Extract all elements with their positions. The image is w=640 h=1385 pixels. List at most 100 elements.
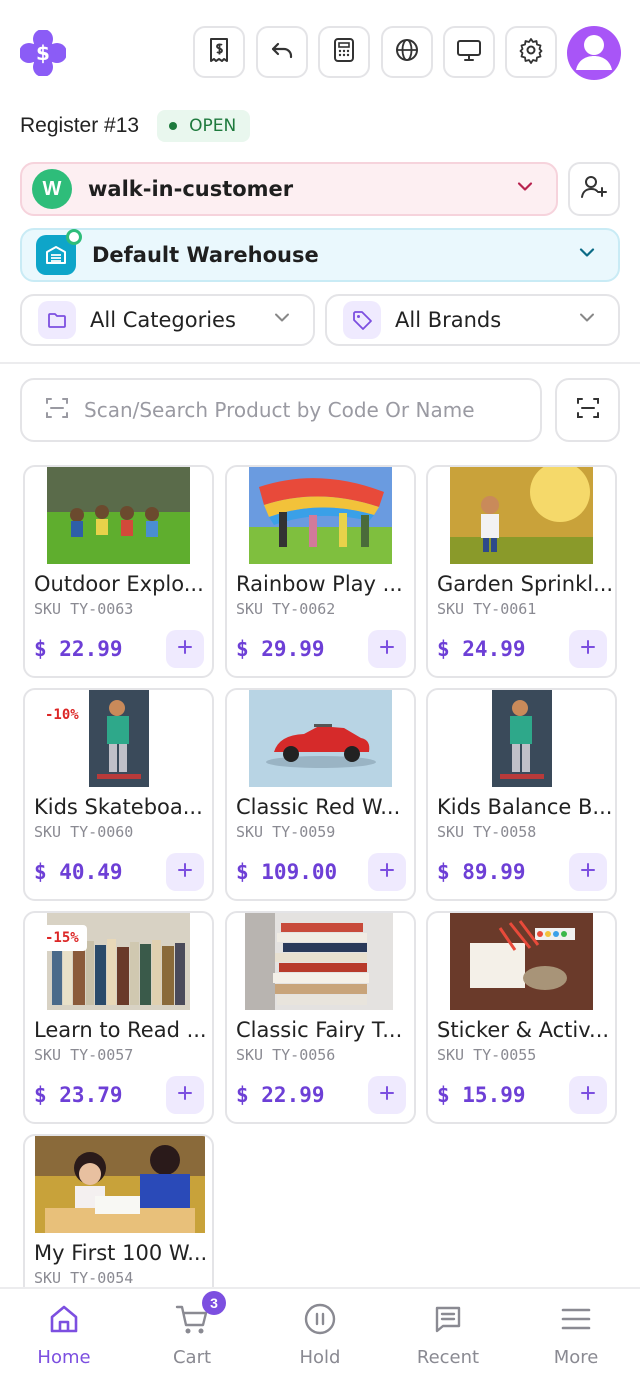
search-placeholder: Scan/Search Product by Code Or Name (84, 398, 475, 422)
product-card[interactable]: Rainbow Play ... SKU TY-0062 $ 29.99 (225, 465, 416, 678)
warehouse-name: Default Warehouse (92, 243, 319, 267)
warehouse-icon (36, 229, 82, 275)
receipt-button[interactable] (193, 26, 245, 78)
brand-filter-label: All Brands (395, 308, 502, 332)
product-card[interactable]: Kids Balance B... SKU TY-0058 $ 89.99 (426, 688, 617, 901)
product-sku: SKU TY-0059 (236, 823, 336, 841)
product-price: $ 40.49 (34, 860, 123, 884)
pause-icon (300, 1299, 340, 1339)
discount-badge: -10% (37, 702, 87, 728)
nav-hold[interactable]: Hold (256, 1299, 384, 1379)
customer-select[interactable]: W walk-in-customer (20, 162, 558, 216)
search-input[interactable]: Scan/Search Product by Code Or Name (20, 378, 542, 442)
globe-icon (393, 36, 421, 69)
plus-icon (378, 861, 396, 884)
product-price: $ 109.00 (236, 860, 338, 884)
nav-more[interactable]: More (512, 1299, 640, 1379)
product-card[interactable]: -15% Learn to Read ... SKU TY-0057 $ 23.… (23, 911, 214, 1124)
add-to-cart-button[interactable] (368, 630, 406, 668)
product-card[interactable]: My First 100 W... SKU TY-0054 (23, 1134, 214, 1287)
receipt-list-icon (428, 1299, 468, 1339)
product-sku: SKU TY-0056 (236, 1046, 336, 1064)
nav-hold-label: Hold (299, 1347, 341, 1368)
category-filter[interactable]: All Categories (20, 294, 315, 346)
product-name: Sticker & Activ... (437, 1018, 610, 1042)
add-to-cart-button[interactable] (569, 1076, 607, 1114)
product-name: Kids Skateboa... (34, 795, 203, 819)
nav-home-label: Home (37, 1347, 91, 1368)
warehouse-select[interactable]: Default Warehouse (20, 228, 620, 282)
add-to-cart-button[interactable] (368, 1076, 406, 1114)
product-sku: SKU TY-0061 (437, 600, 537, 618)
product-price: $ 24.99 (437, 637, 526, 661)
chevron-down-icon (576, 242, 598, 269)
product-name: Garden Sprinkl... (437, 572, 613, 596)
scan-button[interactable] (555, 378, 620, 442)
status-label: OPEN (189, 116, 237, 136)
product-sku: SKU TY-0058 (437, 823, 537, 841)
add-to-cart-button[interactable] (569, 630, 607, 668)
settings-button[interactable] (505, 26, 557, 78)
add-customer-button[interactable] (568, 162, 620, 216)
add-to-cart-button[interactable] (166, 1076, 204, 1114)
product-card[interactable]: Classic Red W... SKU TY-0059 $ 109.00 (225, 688, 416, 901)
language-button[interactable] (381, 26, 433, 78)
calculator-button[interactable] (318, 26, 370, 78)
product-image (47, 467, 190, 564)
status-badge: OPEN (157, 110, 251, 142)
product-image (245, 913, 393, 1010)
undo-button[interactable] (256, 26, 308, 78)
cart-count-badge: 3 (202, 1291, 226, 1315)
undo-icon (268, 36, 296, 69)
product-card[interactable]: -10% Kids Skateboa... SKU TY-0060 $ 40.4… (23, 688, 214, 901)
barcode-scan-icon (575, 395, 601, 426)
product-card[interactable]: Sticker & Activ... SKU TY-0055 $ 15.99 (426, 911, 617, 1124)
display-button[interactable] (443, 26, 495, 78)
settings-gear-icon (517, 36, 545, 69)
menu-icon (556, 1299, 596, 1339)
add-to-cart-button[interactable] (166, 630, 204, 668)
nav-home[interactable]: Home (0, 1299, 128, 1379)
product-card[interactable]: Classic Fairy T... SKU TY-0056 $ 22.99 (225, 911, 416, 1124)
scan-frame-icon (44, 395, 70, 426)
user-avatar-button[interactable] (567, 26, 621, 80)
monitor-icon (455, 36, 483, 69)
plus-icon (378, 1084, 396, 1107)
add-to-cart-button[interactable] (569, 853, 607, 891)
category-filter-label: All Categories (90, 308, 236, 332)
plus-icon (176, 1084, 194, 1107)
product-name: Kids Balance B... (437, 795, 613, 819)
product-name: Outdoor Explo... (34, 572, 204, 596)
product-image (249, 467, 392, 564)
divider (0, 362, 640, 364)
status-dot (169, 122, 178, 130)
product-price: $ 29.99 (236, 637, 325, 661)
customer-avatar: W (32, 169, 72, 209)
product-image (35, 1136, 205, 1233)
product-image (492, 690, 552, 787)
calculator-icon (330, 36, 358, 69)
receipt-dollar-icon (205, 36, 233, 69)
dollar-badge-logo-icon[interactable]: $ (19, 29, 67, 77)
product-image (89, 690, 149, 787)
product-card[interactable]: Garden Sprinkl... SKU TY-0061 $ 24.99 (426, 465, 617, 678)
top-bar: $ (0, 0, 640, 100)
register-info: Register #13 OPEN (20, 110, 251, 142)
product-name: Classic Fairy T... (236, 1018, 403, 1042)
product-price: $ 22.99 (236, 1083, 325, 1107)
plus-icon (579, 1084, 597, 1107)
product-price: $ 89.99 (437, 860, 526, 884)
add-to-cart-button[interactable] (166, 853, 204, 891)
home-icon (44, 1299, 84, 1339)
product-card[interactable]: Outdoor Explo... SKU TY-0063 $ 22.99 (23, 465, 214, 678)
product-sku: SKU TY-0063 (34, 600, 134, 618)
discount-badge: -15% (37, 925, 87, 951)
brand-filter[interactable]: All Brands (325, 294, 620, 346)
plus-icon (579, 861, 597, 884)
add-to-cart-button[interactable] (368, 853, 406, 891)
nav-cart[interactable]: 3 Cart (128, 1291, 256, 1379)
nav-recent-label: Recent (416, 1347, 480, 1368)
nav-cart-label: Cart (172, 1347, 212, 1368)
nav-recent[interactable]: Recent (384, 1299, 512, 1379)
product-sku: SKU TY-0057 (34, 1046, 134, 1064)
